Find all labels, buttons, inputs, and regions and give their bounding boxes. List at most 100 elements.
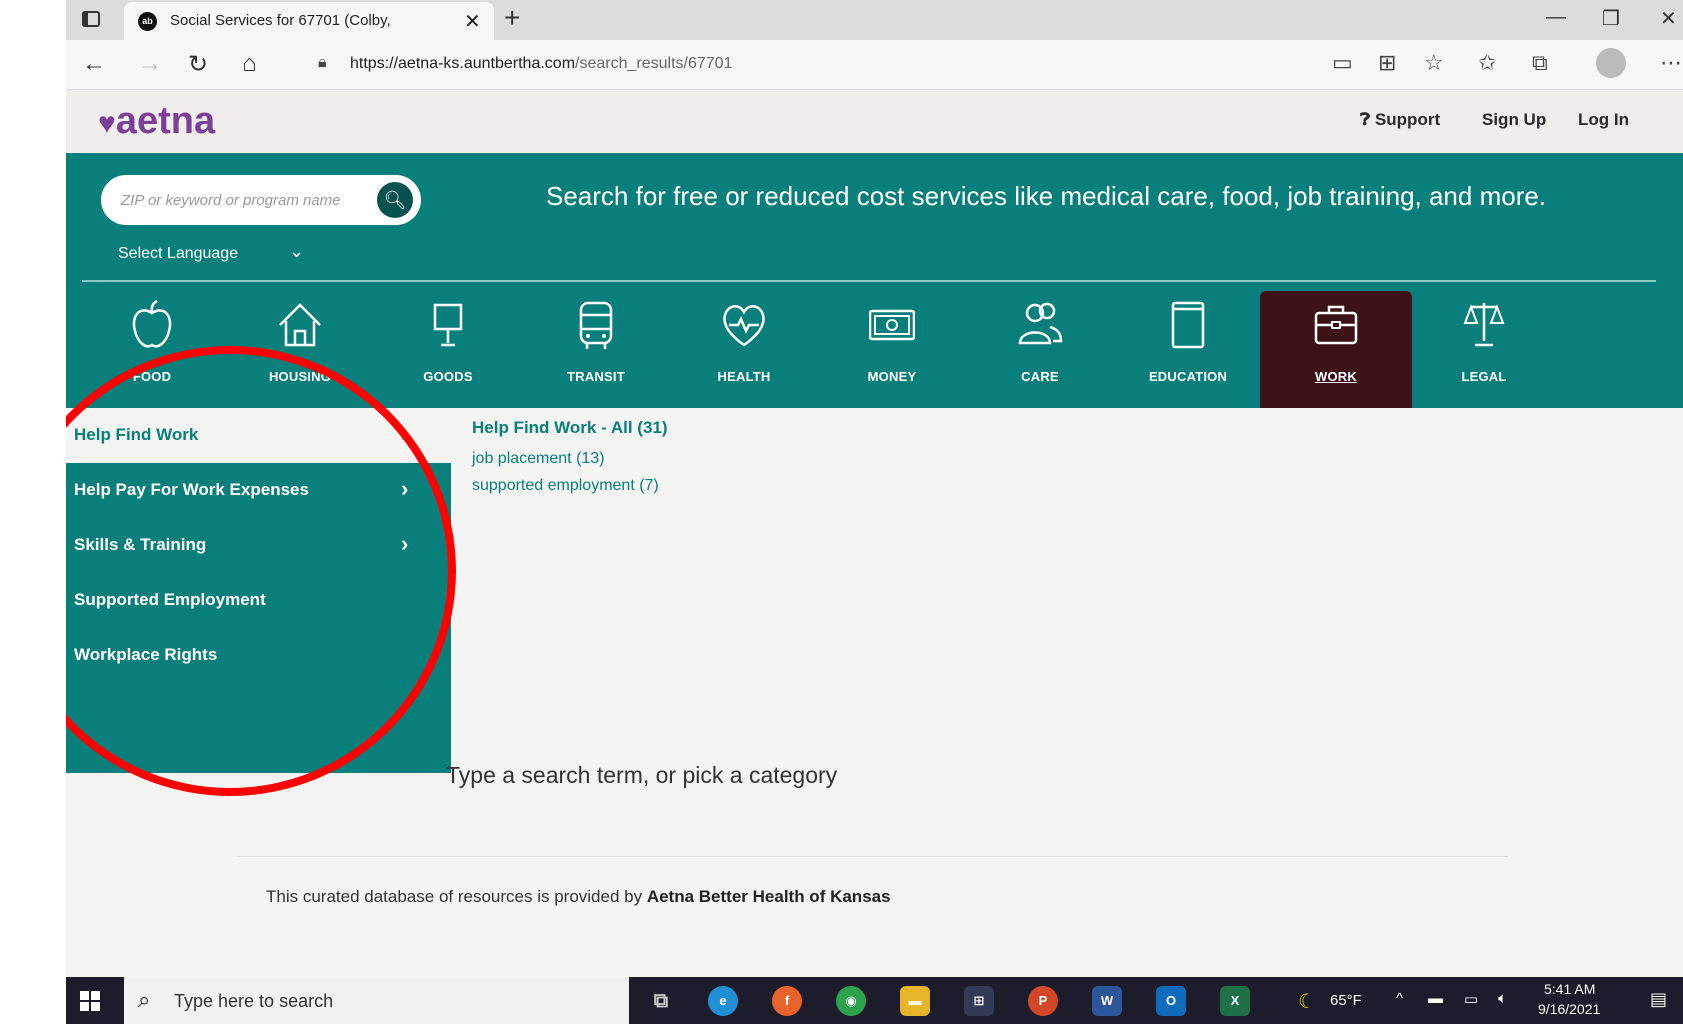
category-label: EDUCATION — [1148, 369, 1228, 384]
submenu-label: Help Pay For Work Expenses — [74, 480, 309, 499]
work-dropdown: Help Find Work › Help Pay For Work Expen… — [66, 408, 1683, 773]
search-box: 🔍︎ — [101, 175, 421, 225]
app-available-icon[interactable]: ⊞ — [1378, 50, 1396, 76]
windows-start-icon[interactable] — [80, 991, 100, 1011]
support-link[interactable]: ❓︎ Support — [1360, 110, 1440, 130]
taskbar-search[interactable]: ⌕ Type here to search — [124, 977, 629, 1024]
category-label: TRANSIT — [567, 369, 625, 384]
refresh-icon[interactable]: ↻ — [188, 50, 208, 79]
task-view-icon[interactable]: ⧉ — [646, 986, 676, 1016]
search-band: 🔍︎ Search for free or reduced cost servi… — [66, 153, 1683, 408]
help-icon: ❓︎ — [1360, 110, 1371, 129]
clock-time[interactable]: 5:41 AM — [1544, 981, 1595, 997]
new-tab-icon[interactable]: + — [504, 2, 520, 34]
notifications-icon[interactable]: ▤ — [1650, 989, 1667, 1010]
detail-title[interactable]: Help Find Work - All (31) — [472, 418, 668, 438]
close-window-icon[interactable]: ✕ — [1660, 6, 1677, 31]
aetna-logo[interactable]: ♥aetna — [98, 100, 215, 143]
screen: ab Social Services for 67701 (Colby, ✕ +… — [66, 0, 1683, 1024]
forward-icon[interactable]: → — [138, 50, 162, 78]
submenu-item-skills-training[interactable]: Skills & Training › — [66, 518, 451, 573]
url-field[interactable]: 🔒︎ https://aetna-ks.auntbertha.com/searc… — [306, 46, 1416, 82]
chrome-icon[interactable]: ◉ — [836, 986, 866, 1016]
network-icon[interactable]: ▭ — [1464, 990, 1478, 1008]
submenu-item-workplace-rights[interactable]: Workplace Rights — [66, 628, 451, 683]
book-icon — [1171, 301, 1205, 349]
log-in-link[interactable]: Log In — [1578, 110, 1629, 130]
category-money[interactable]: MONEY — [816, 291, 968, 408]
chevron-up-icon[interactable]: ^ — [1396, 990, 1403, 1007]
taskbar: ⌕ Type here to search ⧉ e f ◉ ▬ ⊞ P W O … — [66, 977, 1683, 1024]
search-tagline: Search for free or reduced cost services… — [546, 181, 1547, 211]
word-icon[interactable]: W — [1092, 986, 1122, 1016]
collections-icon[interactable]: ⧉ — [1532, 50, 1548, 76]
back-icon[interactable]: ← — [82, 50, 106, 78]
supported-employment-link[interactable]: supported employment (7) — [472, 477, 668, 495]
restore-icon[interactable]: ❐ — [1602, 6, 1620, 31]
category-legal[interactable]: LEGAL — [1408, 291, 1560, 408]
add-favorite-icon[interactable]: ☆ — [1424, 50, 1444, 76]
address-bar: ← → ↻ ⌂ 🔒︎ https://aetna-ks.auntbertha.c… — [66, 40, 1683, 90]
close-tab-icon[interactable]: ✕ — [464, 9, 481, 34]
money-icon — [869, 309, 915, 341]
submenu-item-help-pay-for-work-expenses[interactable]: Help Pay For Work Expenses › — [66, 463, 451, 518]
submenu-item-supported-employment[interactable]: Supported Employment — [66, 573, 451, 628]
briefcase-icon — [1314, 305, 1358, 345]
category-education[interactable]: EDUCATION — [1112, 291, 1264, 408]
category-label: HOUSING — [268, 369, 332, 384]
category-label: FOOD — [132, 369, 172, 384]
file-explorer-icon[interactable]: ▬ — [900, 986, 930, 1016]
site-header: ♥aetna ❓︎ Support Sign Up Log In — [66, 90, 1683, 153]
home-icon[interactable]: ⌂ — [242, 50, 257, 78]
category-goods[interactable]: GOODS — [372, 291, 524, 408]
outlook-icon[interactable]: O — [1156, 986, 1186, 1016]
search-icon[interactable]: 🔍︎ — [377, 182, 413, 218]
apple-icon — [132, 299, 172, 348]
heart-pulse-icon — [723, 305, 765, 347]
weather-temp[interactable]: 65°F — [1330, 992, 1362, 1009]
minimize-icon[interactable]: — — [1546, 6, 1566, 29]
submenu-item-help-find-work[interactable]: Help Find Work › — [66, 408, 451, 463]
search-input[interactable] — [121, 187, 361, 213]
store-icon[interactable]: ⊞ — [964, 986, 994, 1016]
category-care[interactable]: CARE — [964, 291, 1116, 408]
chevron-down-icon[interactable]: ⌄ — [289, 241, 304, 262]
category-health[interactable]: HEALTH — [668, 291, 820, 408]
language-select[interactable]: Select Language — [118, 245, 238, 263]
taskbar-search-text: Type here to search — [174, 991, 334, 1011]
search-icon: ⌕ — [138, 987, 151, 1012]
read-aloud-icon[interactable]: ▭ — [1332, 50, 1353, 76]
firefox-icon[interactable]: f — [772, 986, 802, 1016]
more-icon[interactable]: ⋯ — [1660, 50, 1682, 76]
job-placement-link[interactable]: job placement (13) — [472, 450, 668, 468]
battery-icon[interactable]: ▬ — [1428, 990, 1443, 1007]
search-prompt: Type a search term, or pick a category — [446, 762, 838, 788]
submenu-label: Help Find Work — [74, 425, 199, 444]
category-food[interactable]: FOOD — [76, 291, 228, 408]
chevron-right-icon: › — [401, 421, 409, 446]
clock-date[interactable]: 9/16/2021 — [1538, 1001, 1600, 1017]
lock-icon[interactable]: 🔒︎ — [318, 54, 327, 72]
powerpoint-icon[interactable]: P — [1028, 986, 1058, 1016]
favicon-icon: ab — [138, 12, 157, 31]
volume-icon[interactable]: 🔈︎ — [1498, 990, 1507, 1007]
submenu-label: Workplace Rights — [74, 645, 218, 664]
sign-up-link[interactable]: Sign Up — [1482, 110, 1546, 130]
profile-avatar[interactable] — [1596, 48, 1626, 78]
tab-actions-icon[interactable] — [82, 11, 100, 27]
submenu-label: Skills & Training — [74, 535, 207, 554]
favorites-icon[interactable]: ✩ — [1478, 50, 1496, 76]
category-label: MONEY — [867, 369, 917, 384]
category-work[interactable]: WORK — [1260, 291, 1412, 408]
category-transit[interactable]: TRANSIT — [520, 291, 672, 408]
excel-icon[interactable]: X — [1220, 986, 1250, 1016]
edge-icon[interactable]: e — [708, 986, 738, 1016]
people-icon — [1018, 302, 1063, 345]
footer-org: Aetna Better Health of Kansas — [646, 887, 891, 906]
category-housing[interactable]: HOUSING — [224, 291, 376, 408]
browser-tab[interactable]: ab Social Services for 67701 (Colby, ✕ — [124, 2, 494, 40]
divider — [82, 280, 1656, 282]
category-label: HEALTH — [717, 369, 771, 384]
category-nav: FOOD HOUSING GOODS TRANSIT HEALTH MONEY — [66, 283, 1683, 408]
lamp-icon — [433, 303, 463, 347]
